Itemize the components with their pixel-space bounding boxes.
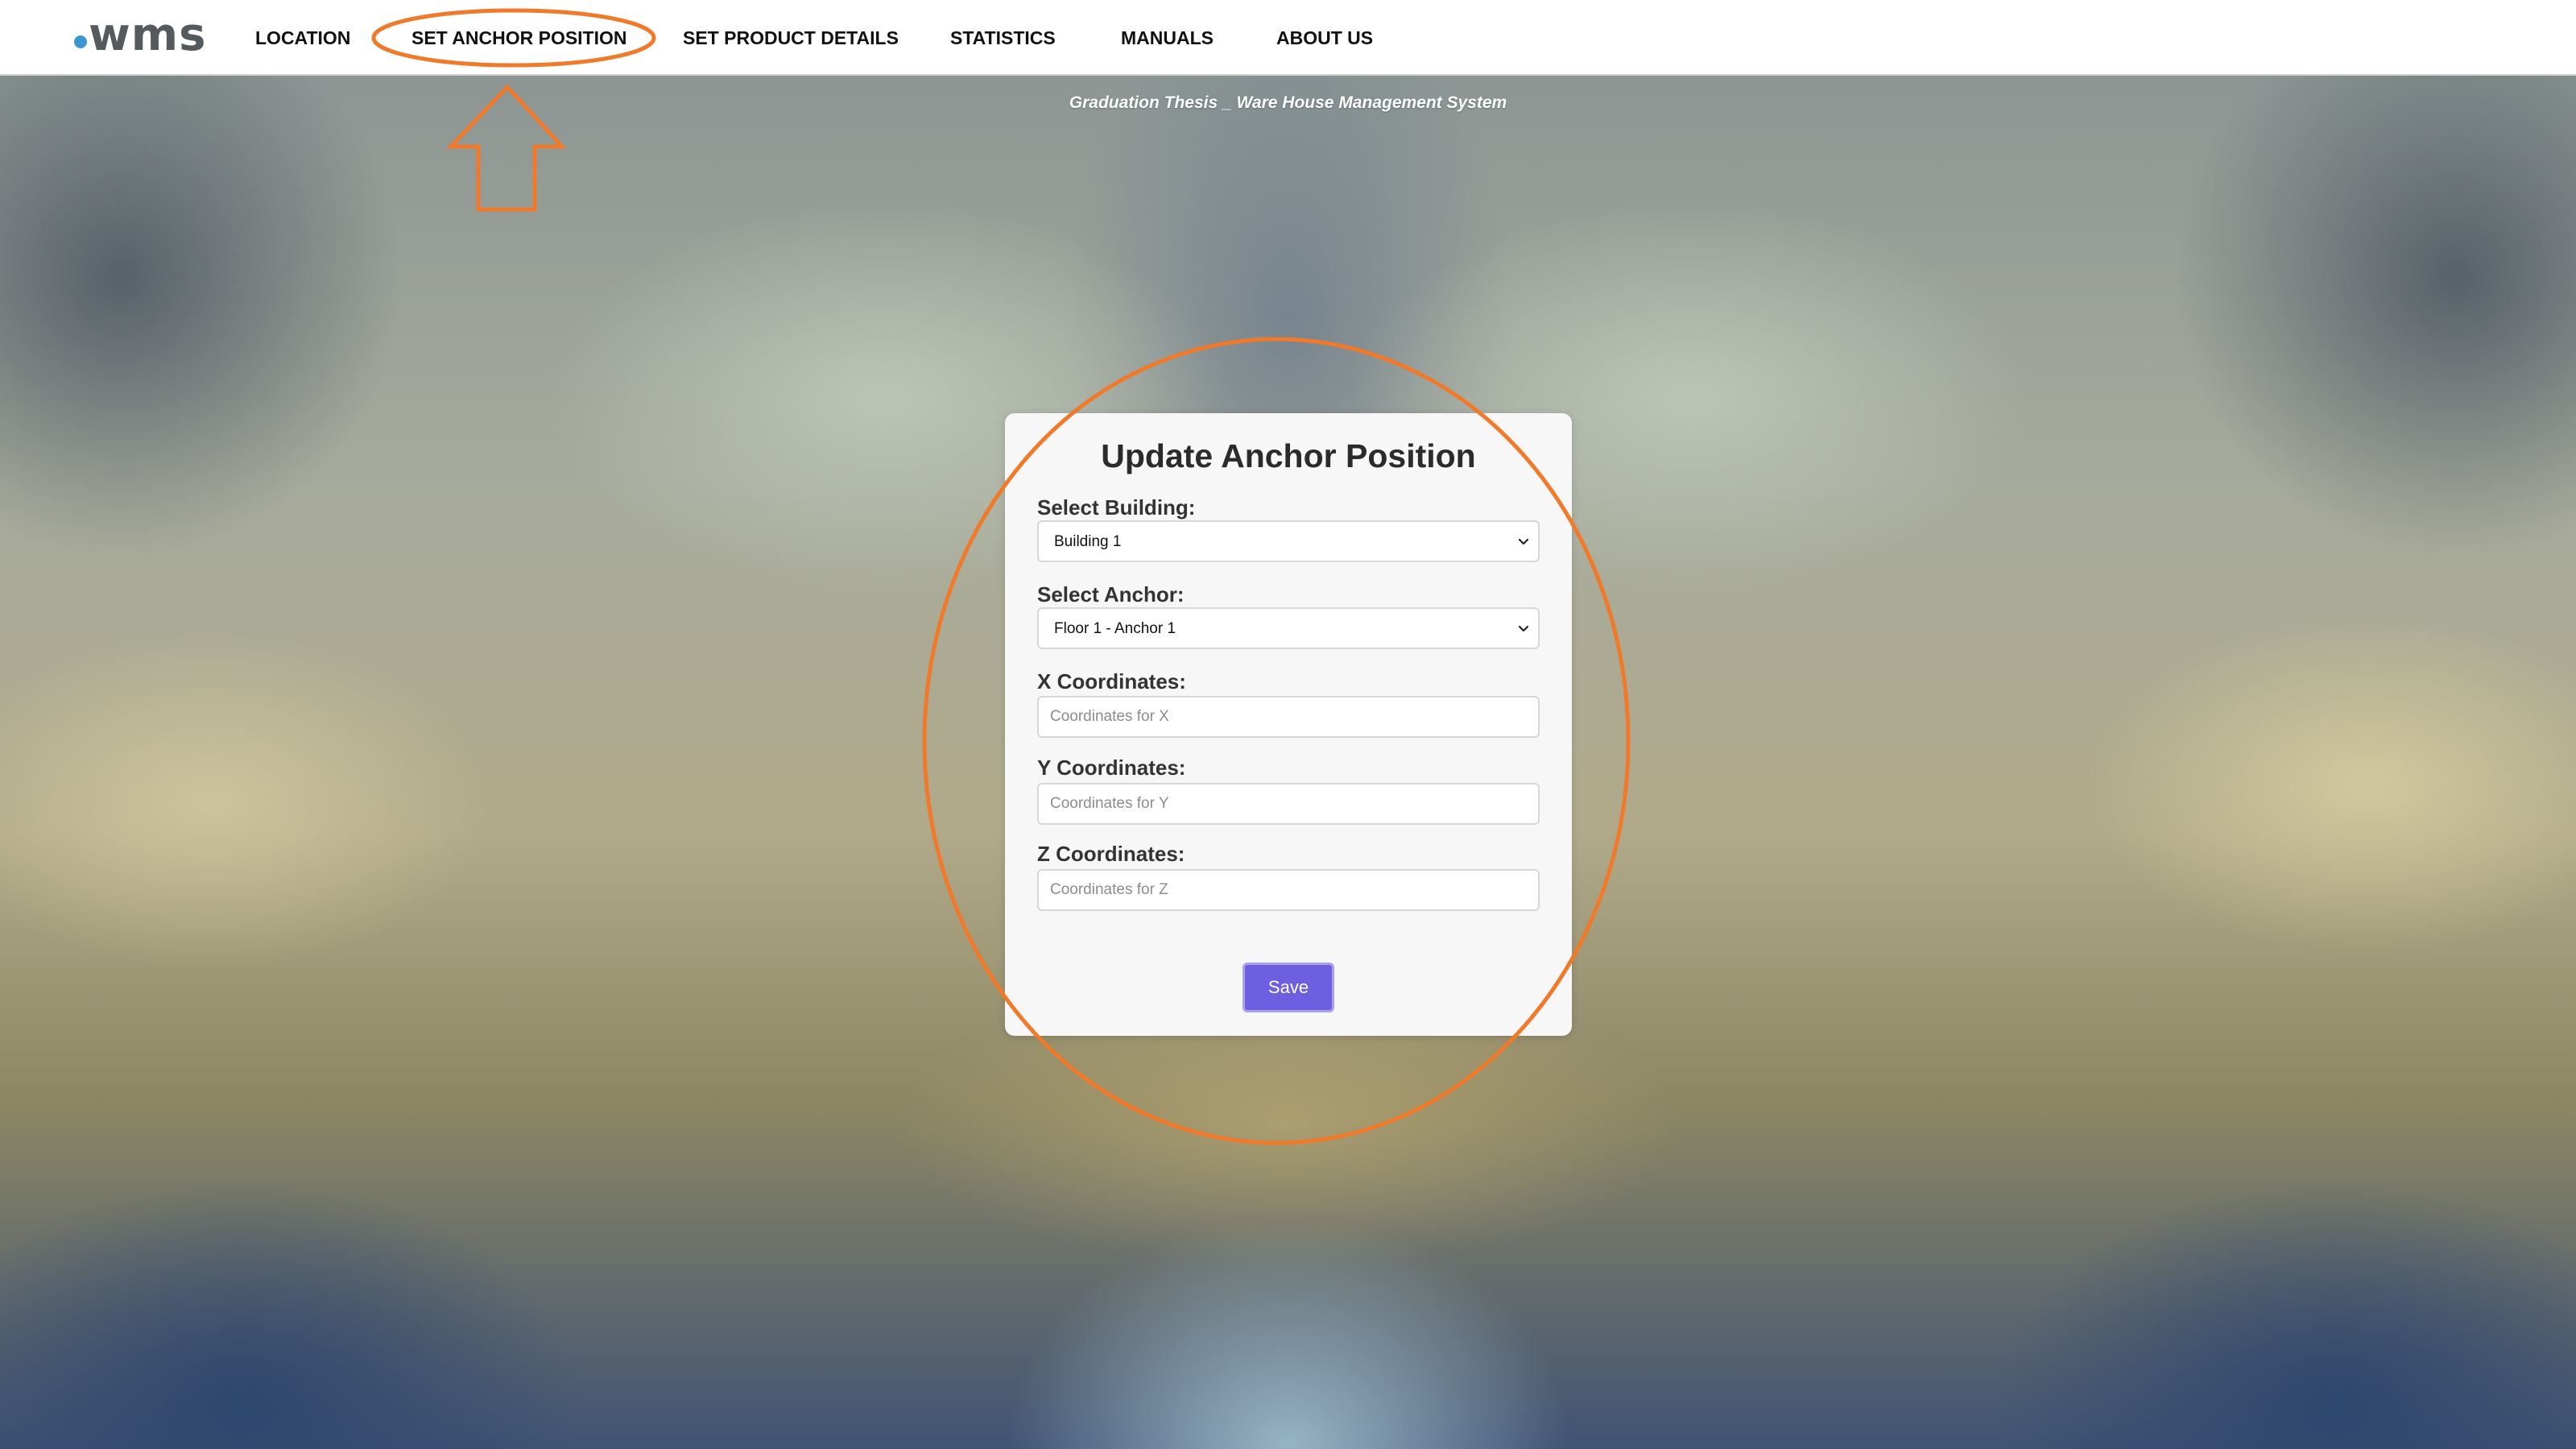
update-anchor-form: Update Anchor Position Select Building: …	[1005, 413, 1572, 1036]
building-select[interactable]: Building 1	[1037, 520, 1540, 562]
z-coordinates-input[interactable]	[1039, 871, 1538, 909]
anchor-label: Select Anchor:	[1037, 582, 1185, 607]
logo-dot	[74, 35, 87, 48]
logo-text: wms	[89, 9, 207, 61]
anchor-select-value: Floor 1 - Anchor 1	[1054, 620, 1176, 637]
z-coordinates-label: Z Coordinates:	[1037, 842, 1185, 866]
nav-location[interactable]: LOCATION	[255, 24, 350, 52]
nav-about-us[interactable]: ABOUT US	[1276, 24, 1373, 52]
building-select-value: Building 1	[1054, 533, 1122, 550]
nav-statistics[interactable]: STATISTICS	[950, 24, 1056, 52]
x-coordinates-field	[1037, 696, 1540, 738]
y-coordinates-field	[1037, 783, 1540, 825]
logo[interactable]: wms	[74, 11, 206, 60]
chevron-down-icon	[1518, 625, 1529, 632]
nav-manuals[interactable]: MANUALS	[1121, 24, 1214, 52]
building-label: Select Building:	[1037, 495, 1196, 520]
x-coordinates-input[interactable]	[1039, 698, 1538, 736]
y-coordinates-label: Y Coordinates:	[1037, 756, 1186, 780]
z-coordinates-field	[1037, 869, 1540, 911]
top-navbar: wms LOCATION SET ANCHOR POSITION SET PRO…	[0, 0, 2576, 76]
form-title: Update Anchor Position	[1101, 437, 1476, 474]
page-subtitle: Graduation Thesis _ Ware House Managemen…	[1069, 93, 1507, 112]
y-coordinates-input[interactable]	[1039, 785, 1538, 823]
nav-set-anchor-position[interactable]: SET ANCHOR POSITION	[411, 24, 627, 52]
chevron-down-icon	[1518, 538, 1529, 545]
x-coordinates-label: X Coordinates:	[1037, 669, 1186, 693]
anchor-select[interactable]: Floor 1 - Anchor 1	[1037, 607, 1540, 649]
save-button[interactable]: Save	[1243, 963, 1334, 1012]
nav-set-product-details[interactable]: SET PRODUCT DETAILS	[683, 24, 899, 52]
